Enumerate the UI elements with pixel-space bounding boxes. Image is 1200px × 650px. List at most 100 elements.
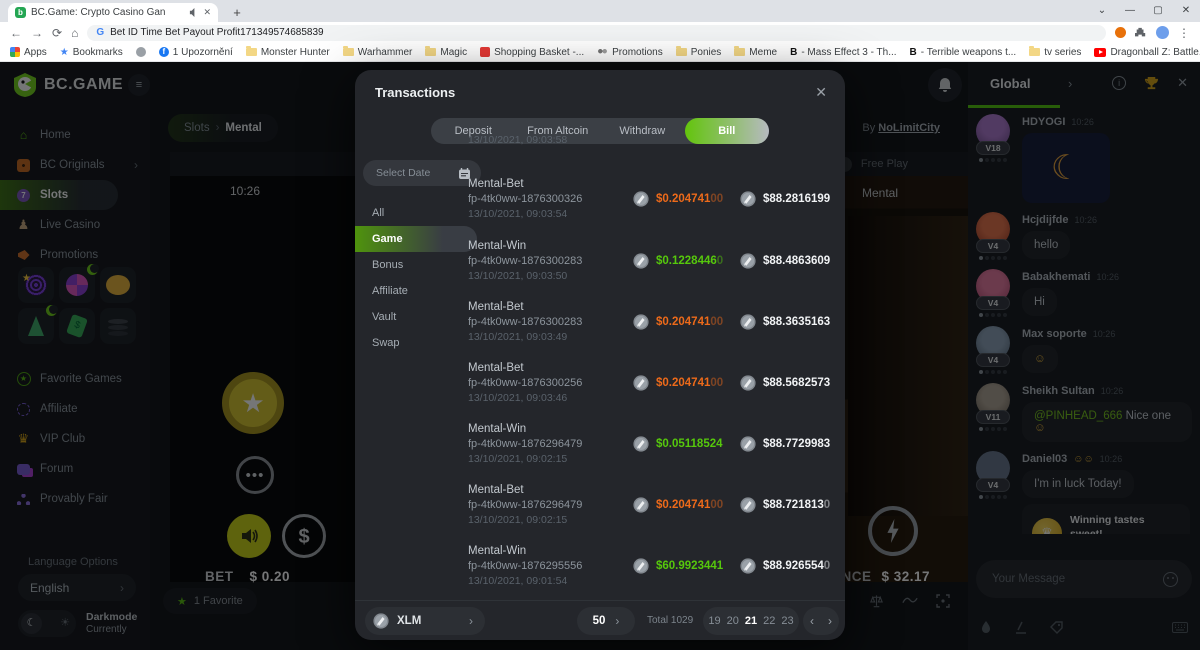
bookmark-bookmarks[interactable]: ★Bookmarks (60, 47, 123, 58)
tx-balance: $88.7729983 (763, 438, 830, 450)
tab-audio-icon[interactable] (189, 8, 198, 17)
apps-grid-icon (10, 47, 20, 57)
globe-bookmark-icon[interactable] (136, 47, 146, 57)
transaction-row: Mental-Win fp-4tk0ww-1876295556 13/10/20… (468, 545, 835, 597)
window-menu-button[interactable]: ⌄ (1088, 0, 1116, 22)
tx-name: Mental-Win (468, 423, 835, 435)
screen: b BC.Game: Crypto Casino Gan ✕ + ⌄ — ▢ ✕… (0, 0, 1200, 650)
transactions-list: 13/10/2021, 09:03:58 Mental-Bet fp-4tk0w… (460, 136, 845, 600)
folder-icon (734, 48, 745, 56)
page-19[interactable]: 19 (708, 615, 720, 627)
tx-date: 13/10/2021, 09:03:49 (468, 331, 835, 343)
reload-button[interactable]: ⟳ (52, 26, 62, 40)
xlm-coin-icon (633, 436, 649, 452)
forward-button[interactable]: → (31, 26, 43, 40)
site-favicon: b (15, 7, 26, 18)
xlm-coin-icon (740, 375, 756, 391)
browser-tab[interactable]: b BC.Game: Crypto Casino Gan ✕ (8, 3, 218, 22)
bookmark-apps[interactable]: Apps (10, 47, 47, 58)
extensions-puzzle-icon[interactable] (1135, 27, 1147, 39)
bookmark-folder[interactable]: Meme (734, 47, 777, 58)
xlm-coin-icon (633, 375, 649, 391)
tx-balance: $88.3635163 (763, 316, 830, 328)
tx-name: Mental-Win (468, 545, 835, 557)
page-23[interactable]: 23 (781, 615, 793, 627)
total-count: Total 1029 (647, 615, 693, 626)
modal-footer: XLM › 50› Total 1029 19 20 21 22 23 ‹ › (355, 600, 845, 640)
tx-date: 13/10/2021, 09:02:15 (468, 453, 835, 465)
xlm-coin-icon (633, 314, 649, 330)
tx-balance: $88.5682573 (763, 377, 830, 389)
chevron-right-icon: › (615, 614, 619, 628)
people-icon (597, 48, 608, 56)
folder-icon (343, 48, 354, 56)
tab-close-icon[interactable]: ✕ (203, 7, 211, 18)
xlm-coin-icon (740, 497, 756, 513)
next-page-button[interactable]: › (828, 614, 832, 628)
tx-balance: $88.9265540 (763, 560, 830, 572)
bookmark-weapons[interactable]: B- Terrible weapons t... (910, 47, 1017, 58)
page-size-selector[interactable]: 50› (577, 607, 635, 635)
tx-amount: $0.05118524 (656, 438, 723, 450)
modal-title: Transactions (375, 85, 455, 100)
xlm-coin-icon (633, 558, 649, 574)
xlm-coin-icon (373, 613, 389, 629)
bookmarks-bar: Apps ★Bookmarks f1 Upozornění Monster Hu… (0, 43, 1200, 62)
bookmark-folder[interactable]: Monster Hunter (246, 47, 330, 58)
page-20[interactable]: 20 (727, 615, 739, 627)
xlm-coin-icon (633, 253, 649, 269)
transaction-row: Mental-Bet fp-4tk0ww-1876300256 13/10/20… (468, 362, 835, 414)
back-button[interactable]: ← (10, 26, 22, 40)
bookmark-youtube[interactable]: Dragonball Z: Battle... (1094, 47, 1200, 58)
transaction-row: Mental-Win fp-4tk0ww-1876296479 13/10/20… (468, 423, 835, 475)
tx-balance: $88.2816199 (763, 193, 830, 205)
window-maximize-button[interactable]: ▢ (1144, 0, 1172, 22)
xlm-coin-icon (740, 253, 756, 269)
chrome-menu-icon[interactable]: ⋮ (1178, 26, 1190, 40)
xlm-coin-icon (740, 314, 756, 330)
tx-amount: $0.12284460 (656, 255, 723, 267)
bookmark-folder[interactable]: tv series (1029, 47, 1081, 58)
bookmark-promotions[interactable]: Promotions (597, 47, 663, 58)
folder-icon (246, 48, 257, 56)
browser-tab-strip: b BC.Game: Crypto Casino Gan ✕ + ⌄ — ▢ ✕ (0, 0, 1200, 22)
window-minimize-button[interactable]: — (1116, 0, 1144, 22)
bookmark-facebook[interactable]: f1 Upozornění (159, 47, 233, 58)
new-tab-button[interactable]: + (228, 4, 246, 22)
folder-icon (676, 48, 687, 56)
home-button[interactable]: ⌂ (71, 26, 78, 40)
tx-name: Mental-Bet (468, 178, 835, 190)
window-close-button[interactable]: ✕ (1172, 0, 1200, 22)
tx-amount: $0.20474100 (656, 499, 723, 511)
bookmark-masseffect[interactable]: B- Mass Effect 3 - Th... (790, 47, 896, 58)
tx-amount: $0.20474100 (656, 316, 723, 328)
bookmark-folder[interactable]: Magic (425, 47, 467, 58)
youtube-icon (1094, 48, 1106, 57)
profile-avatar[interactable] (1156, 26, 1169, 39)
tx-date: 13/10/2021, 09:01:54 (468, 575, 835, 587)
tx-name: Mental-Bet (468, 484, 835, 496)
url-text: Bet ID Time Bet Payout Profit17134957468… (110, 27, 323, 38)
xlm-coin-icon (633, 497, 649, 513)
bookmark-shopping[interactable]: Shopping Basket -... (480, 47, 584, 58)
folder-icon (425, 48, 436, 56)
page-21-current[interactable]: 21 (745, 615, 757, 627)
currency-selector[interactable]: XLM › (365, 607, 485, 635)
modal-close-button[interactable]: ✕ (815, 84, 827, 101)
tab-title: BC.Game: Crypto Casino Gan (31, 7, 184, 18)
bookmark-folder[interactable]: Ponies (676, 47, 722, 58)
transaction-row: Mental-Win fp-4tk0ww-1876300283 13/10/20… (468, 240, 835, 292)
filter-game[interactable]: Game (355, 226, 477, 252)
pagination-pages: 19 20 21 22 23 (703, 607, 799, 635)
browser-toolbar: ← → ⟳ ⌂ G Bet ID Time Bet Payout Profit1… (0, 22, 1200, 43)
address-bar[interactable]: G Bet ID Time Bet Payout Profit171349574… (87, 25, 1106, 41)
prev-page-button[interactable]: ‹ (810, 614, 814, 628)
xlm-coin-icon (633, 191, 649, 207)
page-22[interactable]: 22 (763, 615, 775, 627)
tx-date: 13/10/2021, 09:02:15 (468, 514, 835, 526)
tx-date: 13/10/2021, 09:03:50 (468, 270, 835, 282)
tx-amount: $0.20474100 (656, 193, 723, 205)
tx-balance: $88.7218130 (763, 499, 830, 511)
extension-icon[interactable] (1115, 27, 1126, 38)
bookmark-folder[interactable]: Warhammer (343, 47, 413, 58)
